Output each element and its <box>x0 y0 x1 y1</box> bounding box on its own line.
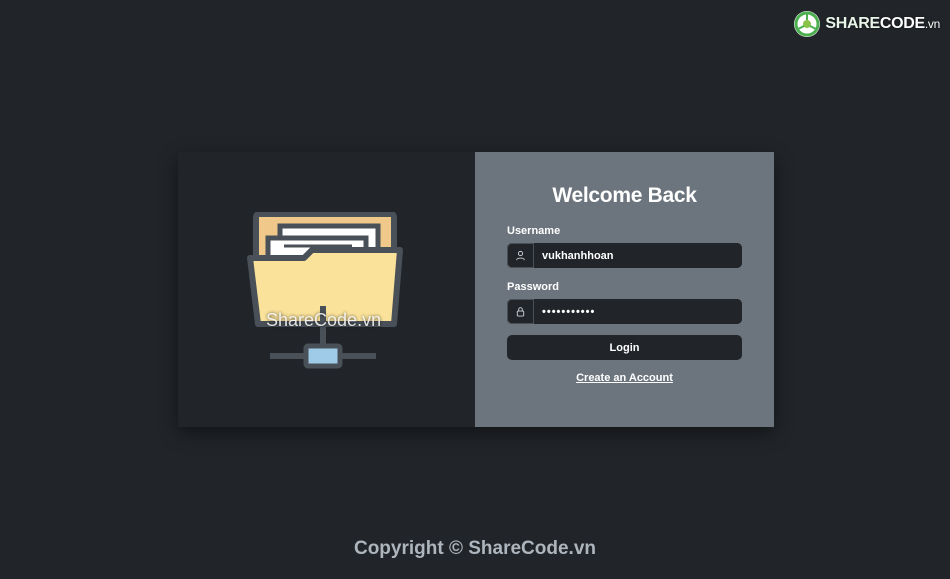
username-input-group <box>507 243 742 268</box>
sharecode-logo-icon <box>794 11 821 37</box>
login-card: ShareCode.vn Welcome Back Username Passw… <box>178 152 774 427</box>
password-label: Password <box>507 281 559 293</box>
login-form-panel: Welcome Back Username Password <box>475 152 774 427</box>
watermark-text: ShareCode.vn <box>266 310 382 330</box>
illustration-panel: ShareCode.vn <box>178 152 475 427</box>
user-icon <box>507 243 534 268</box>
form-title: Welcome Back <box>552 184 697 207</box>
brand-logo[interactable]: SHARECODE.vn <box>793 10 940 38</box>
copyright-footer: Copyright © ShareCode.vn <box>353 538 597 559</box>
folder-network-icon <box>247 212 403 369</box>
page: SHARECODE.vn ShareCode.vn Welcome Back U… <box>0 0 950 579</box>
brand-wordmark: SHARECODE.vn <box>825 15 940 32</box>
create-account-link[interactable]: Create an Account <box>507 372 742 384</box>
username-label: Username <box>507 225 561 237</box>
lock-icon <box>507 299 534 324</box>
login-button[interactable]: Login <box>507 335 742 360</box>
password-input[interactable] <box>534 299 742 324</box>
username-input[interactable] <box>534 243 742 268</box>
password-input-group <box>507 299 742 324</box>
